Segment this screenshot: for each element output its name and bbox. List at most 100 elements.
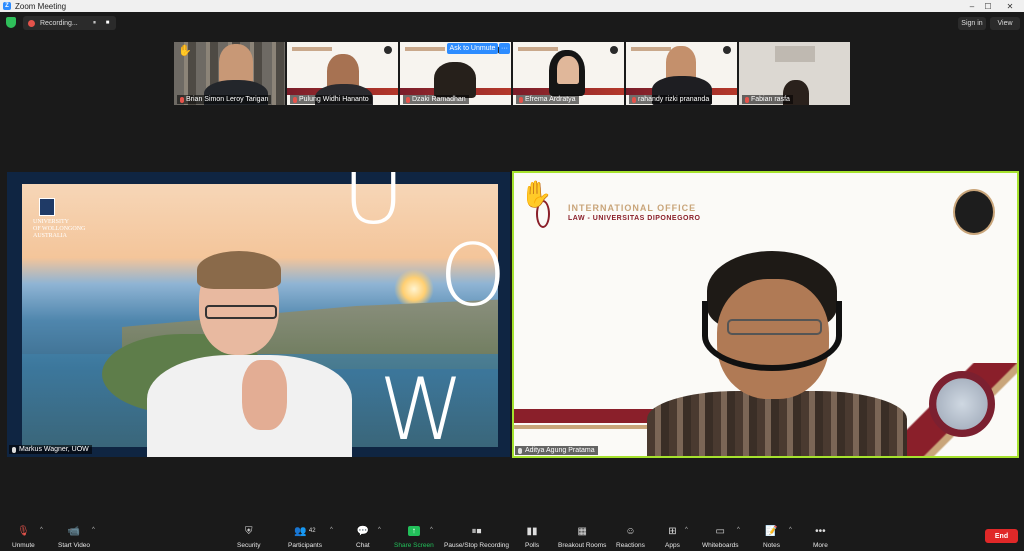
uow-logo: UNIVERSITY OF WOLLONGONG AUSTRALIA	[33, 198, 113, 240]
university-seal-icon	[723, 46, 731, 54]
campus-building-image	[929, 371, 995, 437]
mic-muted-icon	[406, 96, 410, 103]
participant-thumb[interactable]: Pulung Widhi Hananto	[287, 42, 398, 105]
participant-name: Brian Simon Leroy Tarigan	[177, 95, 272, 104]
participant-face	[434, 62, 476, 98]
security-shield-icon[interactable]	[6, 17, 16, 28]
participant-name: rahandy rizki prananda	[629, 95, 713, 104]
more-icon: •••	[815, 525, 826, 537]
ask-to-unmute-button[interactable]: Ask to Unmute	[447, 43, 498, 54]
mic-muted-icon: 🎙	[17, 525, 30, 537]
background-frame	[775, 46, 815, 62]
banner-logo	[405, 47, 445, 51]
apps-options-caret[interactable]: ^	[685, 527, 688, 533]
apps-button[interactable]: ⊞ Apps	[665, 524, 680, 550]
participant-thumb[interactable]: rahandy rizki prananda	[626, 42, 737, 105]
video-tile-aditya[interactable]: ✋ INTERNATIONAL OFFICE LAW - UNIVERSITAS…	[512, 171, 1019, 458]
video-off-icon: 📹	[67, 525, 81, 537]
org-title: INTERNATIONAL OFFICE	[568, 203, 697, 213]
speaker-glasses	[205, 305, 277, 319]
mic-muted-icon	[180, 96, 184, 103]
security-button[interactable]: ⛨ Security	[237, 524, 260, 550]
mic-muted-icon	[745, 96, 749, 103]
share-screen-button[interactable]: ↑ Share Screen	[394, 524, 434, 549]
mic-muted-icon	[518, 447, 522, 454]
end-meeting-button[interactable]: End	[985, 529, 1018, 543]
pause-recording-icon[interactable]: ⏸	[90, 19, 99, 27]
notes-button[interactable]: 📝 Notes	[763, 524, 780, 550]
view-button[interactable]: View	[990, 17, 1020, 30]
chat-options-caret[interactable]: ^	[378, 527, 381, 533]
participant-name: Pulung Widhi Hananto	[290, 95, 372, 104]
chat-icon: 💬	[356, 525, 370, 537]
participant-thumb[interactable]: ✋ Brian Simon Leroy Tarigan	[174, 42, 285, 105]
uow-crest-icon	[39, 198, 55, 216]
whiteboards-button[interactable]: ▭ Whiteboards	[702, 524, 739, 550]
participants-options-caret[interactable]: ^	[330, 527, 333, 533]
maximize-button[interactable]: ☐	[976, 0, 1000, 12]
recording-indicator: Recording... ⏸ ■	[23, 16, 116, 30]
university-seal-icon	[384, 46, 392, 54]
unmute-button[interactable]: 🎙 Unmute	[12, 524, 35, 550]
participants-button[interactable]: 👥 42 Participants	[288, 524, 322, 550]
pause-stop-icon: ⏸⏹	[471, 525, 482, 537]
participant-thumb[interactable]: Fabian rasfa	[739, 42, 850, 105]
polls-icon: ▮▮	[526, 525, 538, 537]
org-subtitle: LAW - UNIVERSITAS DIPONEGORO	[568, 215, 701, 222]
window-titlebar: Z Zoom Meeting – ☐ ✕	[0, 0, 1024, 12]
polls-button[interactable]: ▮▮ Polls	[525, 524, 539, 550]
university-seal-icon	[610, 46, 618, 54]
uow-letter-u: U	[342, 172, 405, 244]
breakout-rooms-icon: ▦	[577, 525, 587, 537]
audio-options-caret[interactable]: ^	[40, 527, 43, 533]
zoom-logo-icon: Z	[3, 2, 11, 10]
meeting-toolbar: 🎙 Unmute ^ 📹 Start Video ^ ⛨ Security 👥 4…	[0, 518, 1024, 551]
reactions-icon: ☺	[625, 525, 636, 537]
chat-button[interactable]: 💬 Chat	[356, 524, 370, 550]
speaker-markus	[147, 251, 352, 457]
speaker-glasses	[727, 319, 822, 335]
share-options-caret[interactable]: ^	[430, 527, 433, 533]
uow-letter-w: W	[379, 360, 465, 457]
notes-options-caret[interactable]: ^	[789, 527, 792, 533]
speaker-aditya	[647, 251, 907, 456]
mic-muted-icon	[632, 96, 636, 103]
mic-muted-icon	[12, 446, 16, 453]
raise-hand-icon: ✋	[520, 179, 553, 209]
participant-name: Fabian rasfa	[742, 95, 793, 104]
participant-face	[557, 56, 579, 84]
meeting-topbar: Recording... ⏸ ■ Sign in View	[0, 12, 1024, 34]
video-options-caret[interactable]: ^	[92, 527, 95, 533]
more-button[interactable]: ••• More	[813, 524, 828, 550]
start-video-button[interactable]: 📹 Start Video	[58, 524, 90, 550]
participants-icon: 👥 42	[294, 525, 316, 537]
whiteboards-options-caret[interactable]: ^	[737, 527, 740, 533]
close-button[interactable]: ✕	[998, 0, 1022, 12]
recording-label: Recording...	[40, 19, 78, 27]
participant-name: Dzaki Ramadhan	[403, 95, 469, 104]
sign-in-button[interactable]: Sign in	[958, 17, 986, 30]
mic-muted-icon	[519, 96, 523, 103]
raise-hand-icon: ✋	[178, 45, 192, 57]
pause-stop-recording-button[interactable]: ⏸⏹ Pause/Stop Recording	[444, 524, 509, 550]
notes-icon: 📝	[765, 525, 778, 537]
participant-thumb[interactable]: Efrema Ardratya	[513, 42, 624, 105]
participant-strip: ✋ Brian Simon Leroy Tarigan Pulung Widhi…	[174, 42, 850, 105]
apps-icon: ⊞	[668, 525, 677, 537]
thumb-more-options-button[interactable]: ···	[499, 43, 510, 54]
window-title: Zoom Meeting	[15, 1, 67, 11]
reactions-button[interactable]: ☺ Reactions	[616, 524, 645, 550]
stop-recording-icon[interactable]: ■	[103, 19, 112, 27]
undip-seal-icon	[953, 189, 995, 235]
recording-dot-icon	[28, 19, 35, 27]
video-tile-markus[interactable]: UNIVERSITY OF WOLLONGONG AUSTRALIA U O W…	[7, 172, 510, 457]
banner-logo	[518, 47, 558, 51]
uow-letter-o: O	[439, 226, 507, 326]
video-name-tag: Markus Wagner, UOW	[9, 445, 92, 454]
speaker-headset	[702, 301, 842, 371]
breakout-rooms-button[interactable]: ▦ Breakout Rooms	[558, 524, 606, 550]
banner-logo	[292, 47, 332, 51]
speaker-hair	[197, 251, 281, 289]
video-name-tag: Aditya Agung Pratama	[515, 446, 598, 455]
speaker-shirt	[647, 391, 907, 456]
